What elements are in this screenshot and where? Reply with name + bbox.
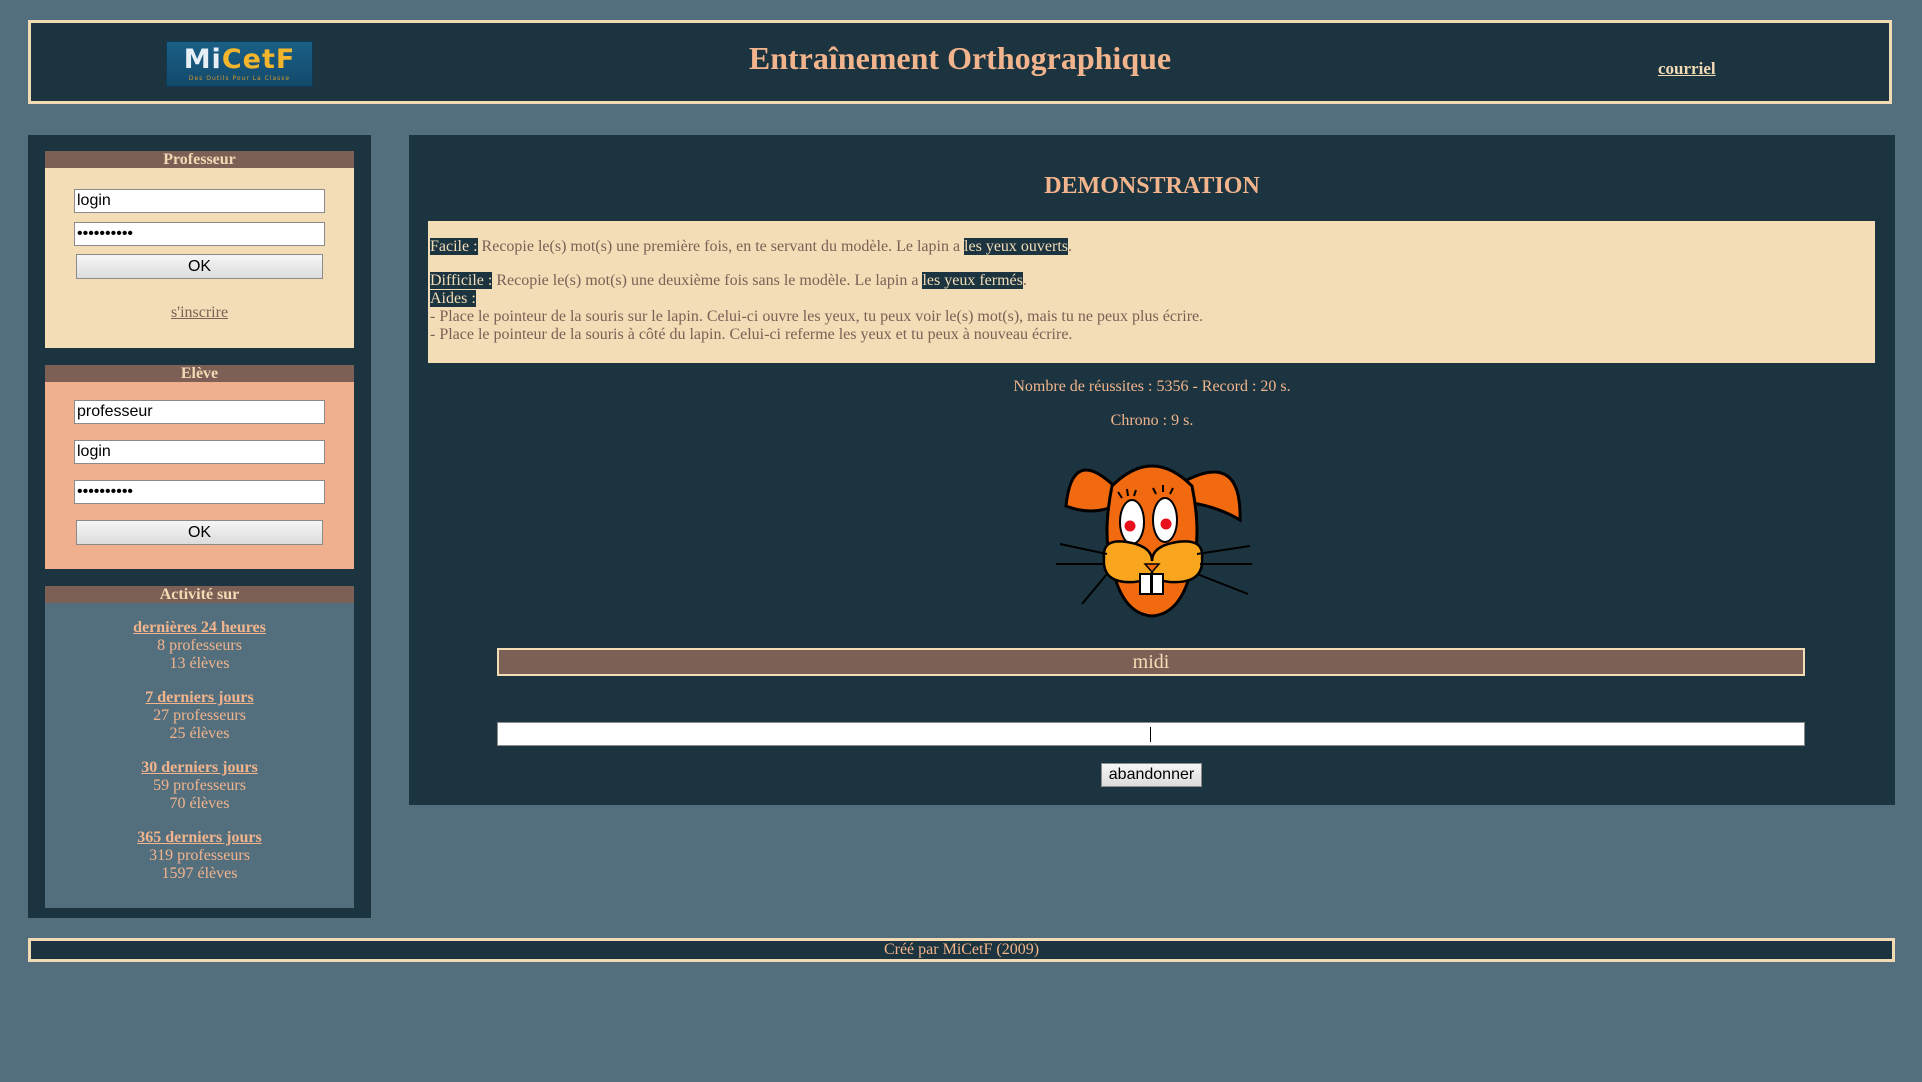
hard-text: Recopie le(s) mot(s) une deuxième fois s… <box>492 272 923 289</box>
activity-group: 7 derniers jours 27 professeurs 25 élève… <box>45 689 354 743</box>
activity-period-link[interactable]: 365 derniers jours <box>137 829 261 846</box>
teacher-login-input[interactable]: login <box>74 189 325 213</box>
model-word[interactable]: midi <box>497 648 1805 676</box>
eyes-closed-highlight: les yeux fermés <box>922 272 1023 289</box>
give-up-button[interactable]: abandonner <box>1101 763 1202 787</box>
activity-student-count: 1597 élèves <box>161 865 238 882</box>
activity-box: Activité sur dernières 24 heures 8 profe… <box>45 586 354 908</box>
signup-link[interactable]: s'inscrire <box>45 304 354 322</box>
hard-label: Difficile : <box>430 272 493 289</box>
teacher-ok-button[interactable]: OK <box>76 254 323 279</box>
activity-student-count: 25 élèves <box>169 725 230 742</box>
teacher-password-input[interactable]: •••••••••• <box>74 222 325 246</box>
hard-instruction: Difficile : Recopie le(s) mot(s) une deu… <box>430 272 1027 290</box>
email-link[interactable]: courriel <box>1658 59 1716 79</box>
student-login-heading: Elève <box>45 365 354 382</box>
header: MiCetF Des Outils Pour La Classe Entraîn… <box>28 20 1892 104</box>
text-caret <box>1150 727 1151 742</box>
activity-heading: Activité sur <box>45 586 354 603</box>
left-sidebar: Professeur login •••••••••• OK s'inscrir… <box>28 135 371 918</box>
teacher-login-heading: Professeur <box>45 151 354 168</box>
hard-end: . <box>1022 272 1027 289</box>
answer-input[interactable] <box>497 722 1805 746</box>
activity-teacher-count: 8 professeurs <box>157 637 242 654</box>
activity-period-link[interactable]: 7 derniers jours <box>145 689 253 706</box>
help-line: - Place le pointeur de la souris à côté … <box>430 326 1073 343</box>
help-label: Aides : <box>430 290 476 307</box>
activity-teacher-count: 59 professeurs <box>153 777 246 794</box>
easy-end: . <box>1068 238 1073 255</box>
activity-period-link[interactable]: 30 derniers jours <box>141 759 257 776</box>
student-password-input[interactable]: •••••••••• <box>74 480 325 504</box>
instructions-box: Facile : Recopie le(s) mot(s) une premiè… <box>428 221 1875 363</box>
demo-title: DEMONSTRATION <box>1044 173 1260 199</box>
easy-label: Facile : <box>430 238 478 255</box>
chrono: Chrono : 9 s. <box>1110 412 1194 429</box>
activity-student-count: 13 élèves <box>169 655 230 672</box>
activity-period-link[interactable]: dernières 24 heures <box>133 619 266 636</box>
main-panel: DEMONSTRATION Facile : Recopie le(s) mot… <box>409 135 1895 805</box>
student-teacher-input[interactable]: professeur <box>74 400 325 424</box>
page-title: Entraînement Orthographique <box>748 40 1172 76</box>
activity-group: 365 derniers jours 319 professeurs 1597 … <box>45 829 354 883</box>
rabbit-image[interactable] <box>1052 446 1252 626</box>
eyes-open-highlight: les yeux ouverts <box>964 238 1069 255</box>
student-login-box: Elève professeur login •••••••••• OK <box>45 365 354 569</box>
activity-group: dernières 24 heures 8 professeurs 13 élè… <box>45 619 354 673</box>
activity-group: 30 derniers jours 59 professeurs 70 élèv… <box>45 759 354 813</box>
activity-student-count: 70 élèves <box>169 795 230 812</box>
help-heading: Aides : <box>430 290 476 308</box>
student-login-input[interactable]: login <box>74 440 325 464</box>
help-line: - Place le pointeur de la souris sur le … <box>430 308 1204 325</box>
success-stats: Nombre de réussites : 5356 - Record : 20… <box>1013 378 1291 395</box>
student-ok-button[interactable]: OK <box>76 520 323 545</box>
easy-text: Recopie le(s) mot(s) une première fois, … <box>477 238 965 255</box>
activity-teacher-count: 27 professeurs <box>153 707 246 724</box>
easy-instruction: Facile : Recopie le(s) mot(s) une premiè… <box>430 238 1072 256</box>
footer: Créé par MiCetF (2009) <box>28 938 1895 962</box>
activity-teacher-count: 319 professeurs <box>149 847 250 864</box>
teacher-login-box: Professeur login •••••••••• OK s'inscrir… <box>45 151 354 348</box>
